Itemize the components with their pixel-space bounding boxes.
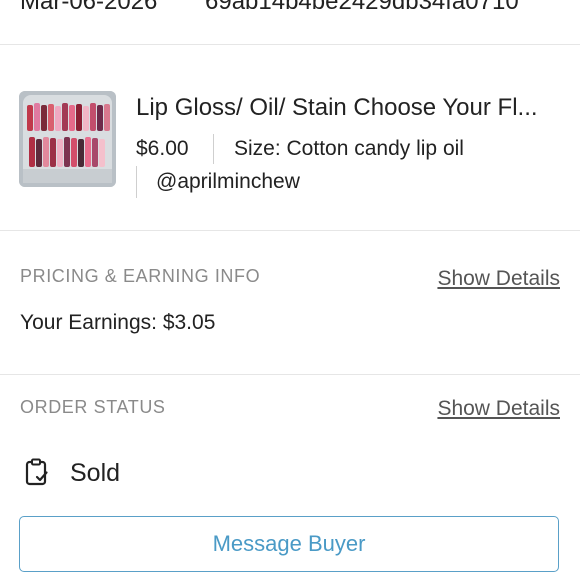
seller-username[interactable]: @aprilminchew	[156, 170, 300, 194]
divider	[0, 374, 580, 375]
item-thumbnail[interactable]	[19, 91, 116, 187]
message-buyer-button[interactable]: Message Buyer	[19, 516, 559, 572]
order-status-show-details-link[interactable]: Show Details	[437, 397, 560, 421]
divider	[136, 166, 137, 198]
divider	[0, 230, 580, 231]
item-price: $6.00	[136, 137, 189, 160]
order-header-row: Mar-06-2026 69ab14b4be2429db34fa0710	[0, 0, 580, 18]
your-earnings: Your Earnings: $3.05	[20, 311, 216, 334]
divider	[213, 134, 214, 164]
clipboard-check-icon	[24, 458, 50, 486]
order-status-section-label: ORDER STATUS	[20, 397, 166, 417]
pricing-show-details-link[interactable]: Show Details	[437, 267, 560, 291]
order-status-value: Sold	[70, 459, 121, 487]
lip-gloss-photo-icon	[19, 91, 116, 187]
item-title[interactable]: Lip Gloss/ Oil/ Stain Choose Your Fl...	[136, 94, 576, 122]
order-date: Mar-06-2026	[20, 0, 158, 15]
item-size: Size: Cotton candy lip oil	[234, 137, 464, 160]
pricing-section-label: PRICING & EARNING INFO	[20, 266, 261, 286]
order-item[interactable]: Lip Gloss/ Oil/ Stain Choose Your Fl... …	[0, 44, 580, 230]
order-id: 69ab14b4be2429db34fa0710	[205, 0, 519, 15]
